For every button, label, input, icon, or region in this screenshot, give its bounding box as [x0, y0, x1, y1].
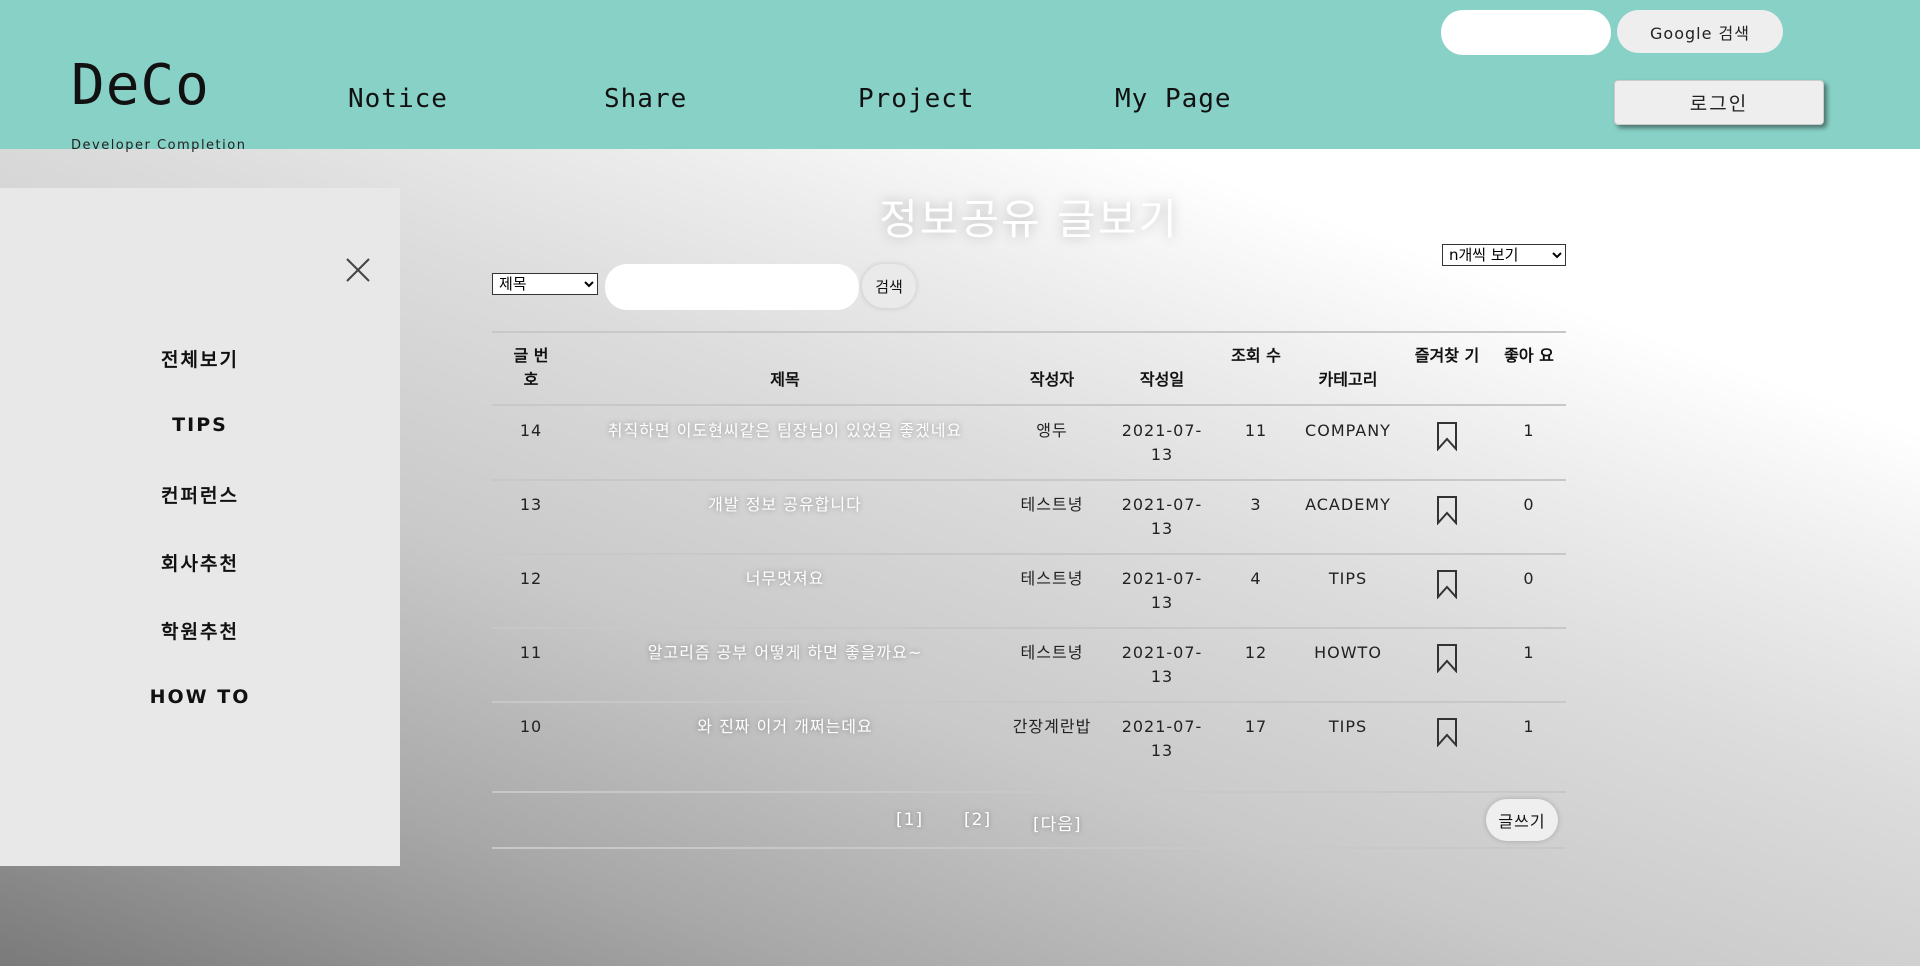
nav-notice[interactable]: Notice — [348, 84, 448, 114]
sidebar-item-tips[interactable]: TIPS — [0, 414, 400, 436]
column-header-category: 카테고리 — [1318, 370, 1378, 389]
row-title-link[interactable]: 너무멋져요 — [600, 567, 970, 591]
search-field-select[interactable]: 제목 — [492, 273, 598, 295]
row-title-link[interactable]: 와 진짜 이거 개쩌는데요 — [600, 715, 970, 739]
row-category: ACADEMY — [1305, 495, 1391, 514]
sidebar-item-howto[interactable]: HOW TO — [0, 686, 400, 708]
row-date: 2021-07-13 — [1121, 421, 1203, 464]
column-header-bookmark: 즐겨찾 기 — [1414, 346, 1480, 365]
sidebar-item-conference[interactable]: 컨퍼런스 — [0, 481, 400, 508]
row-no: 12 — [519, 569, 543, 588]
row-no: 11 — [519, 643, 543, 662]
login-button[interactable]: 로그인 — [1614, 80, 1824, 125]
row-category: COMPANY — [1305, 421, 1391, 440]
sidebar-item-academy[interactable]: 학원추천 — [0, 617, 400, 644]
page-title: 정보공유 글보기 — [879, 195, 1179, 244]
google-search-button[interactable]: Google 검색 — [1617, 10, 1783, 53]
column-header-views: 조회 수 — [1231, 346, 1281, 365]
column-header-date: 작성일 — [1139, 370, 1185, 389]
table-divider — [492, 847, 1566, 849]
column-header-no: 글 번 호 — [513, 346, 549, 389]
row-author: 앵두 — [1036, 421, 1068, 440]
bookmark-icon[interactable] — [1436, 717, 1458, 747]
row-title-link[interactable]: 개발 정보 공유합니다 — [600, 493, 970, 517]
logo[interactable]: DeCo — [71, 58, 210, 114]
page-link-1[interactable]: [1] — [896, 810, 923, 830]
table-divider — [492, 479, 1566, 481]
bookmark-icon[interactable] — [1436, 569, 1458, 599]
row-likes: 1 — [1523, 421, 1535, 440]
row-date: 2021-07-13 — [1121, 717, 1203, 760]
header: DeCo Developer Completion Notice Share P… — [0, 0, 1920, 153]
close-icon[interactable] — [344, 256, 372, 284]
row-likes: 0 — [1523, 495, 1535, 514]
row-date: 2021-07-13 — [1121, 495, 1203, 538]
table-divider — [492, 331, 1566, 333]
column-header-likes: 좋아 요 — [1504, 346, 1554, 365]
row-author: 테스트녕 — [1020, 643, 1084, 662]
nav-project[interactable]: Project — [858, 84, 975, 114]
bookmark-icon[interactable] — [1436, 495, 1458, 525]
row-title-link[interactable]: 알고리즘 공부 어떻게 하면 좋을까요~ — [600, 641, 970, 665]
row-author: 테스트녕 — [1020, 569, 1084, 588]
page-link-2[interactable]: [2] — [964, 810, 991, 830]
page-size-select[interactable]: n개씩 보기 — [1442, 244, 1566, 266]
row-no: 13 — [519, 495, 543, 514]
column-header-title: 제목 — [770, 370, 800, 389]
sidebar — [0, 188, 400, 866]
table-divider — [492, 791, 1566, 793]
row-date: 2021-07-13 — [1121, 569, 1203, 612]
search-button[interactable]: 검색 — [862, 264, 916, 308]
row-no: 14 — [519, 421, 543, 440]
table-divider — [492, 627, 1566, 629]
sidebar-item-company[interactable]: 회사추천 — [0, 549, 400, 576]
row-views: 3 — [1250, 495, 1262, 514]
row-author: 간장계란밥 — [1012, 717, 1092, 736]
page-link-next[interactable]: [다음] — [1033, 810, 1082, 835]
nav-share[interactable]: Share — [604, 84, 687, 114]
row-likes: 0 — [1523, 569, 1535, 588]
row-category: TIPS — [1328, 569, 1368, 588]
row-date: 2021-07-13 — [1121, 643, 1203, 686]
bookmark-icon[interactable] — [1436, 643, 1458, 673]
row-views: 17 — [1244, 717, 1268, 736]
write-button[interactable]: 글쓰기 — [1486, 799, 1558, 841]
table-divider — [492, 404, 1566, 406]
row-no: 10 — [519, 717, 543, 736]
nav-my-page[interactable]: My Page — [1115, 84, 1232, 114]
row-likes: 1 — [1523, 717, 1535, 736]
google-search-input[interactable] — [1441, 10, 1611, 55]
bookmark-icon[interactable] — [1436, 421, 1458, 451]
column-header-author: 작성자 — [1029, 370, 1075, 389]
table-divider — [492, 553, 1566, 555]
row-category: TIPS — [1328, 717, 1368, 736]
sidebar-item-all[interactable]: 전체보기 — [0, 345, 400, 372]
row-views: 12 — [1244, 643, 1268, 662]
search-input[interactable] — [605, 264, 859, 310]
table-divider — [492, 701, 1566, 703]
row-title-link[interactable]: 취직하면 이도현씨같은 팀장님이 있었음 좋겠네요 — [600, 419, 970, 443]
row-views: 4 — [1250, 569, 1262, 588]
row-views: 11 — [1244, 421, 1268, 440]
row-author: 테스트녕 — [1020, 495, 1084, 514]
row-likes: 1 — [1523, 643, 1535, 662]
logo-subtitle: Developer Completion — [71, 138, 247, 153]
row-category: HOWTO — [1314, 643, 1382, 662]
